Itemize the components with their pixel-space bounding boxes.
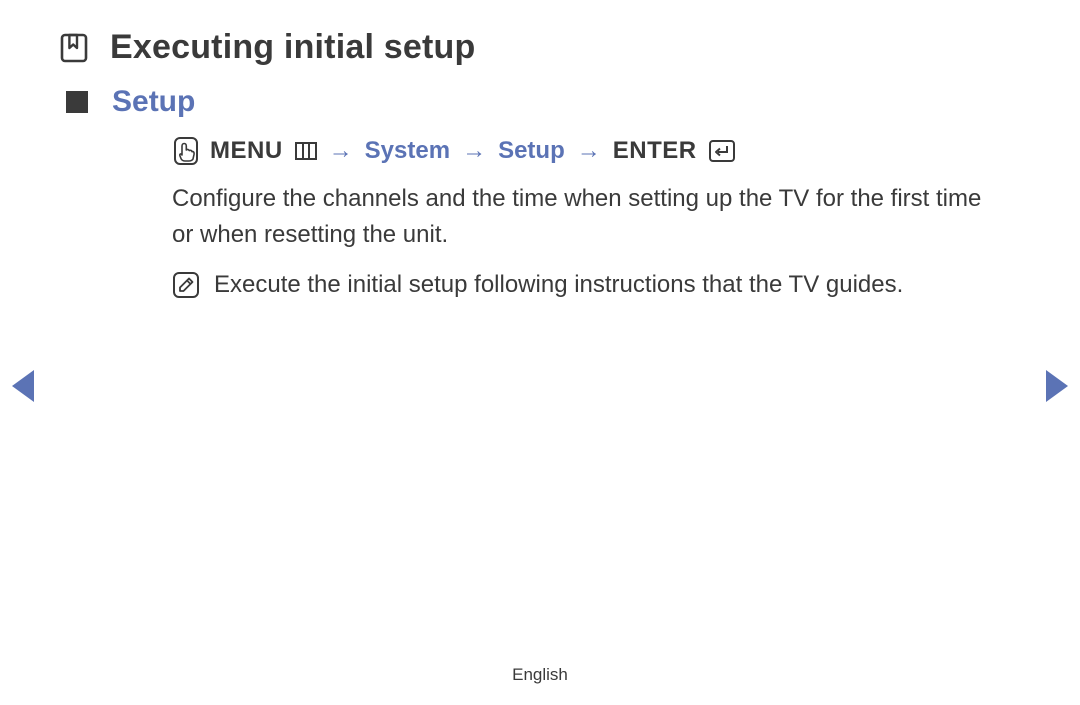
- title-row: Executing initial setup: [60, 28, 1020, 67]
- path-item-system: System: [365, 137, 450, 165]
- section-heading: Setup: [112, 85, 195, 119]
- footer-language: English: [0, 665, 1080, 685]
- enter-label: ENTER: [613, 137, 697, 165]
- menu-path: MENU → System → Setup → ENTER: [172, 135, 1020, 167]
- enter-return-icon: [709, 140, 735, 162]
- path-item-setup: Setup: [498, 137, 565, 165]
- body-paragraph: Configure the channels and the time when…: [172, 181, 1000, 253]
- bookmark-icon: [60, 33, 88, 63]
- note-text: Execute the initial setup following inst…: [214, 267, 903, 303]
- section-row: Setup: [66, 85, 1020, 119]
- note-pencil-icon: [172, 271, 200, 299]
- prev-page-arrow[interactable]: [12, 370, 34, 402]
- arrow-sep-3: →: [575, 137, 603, 165]
- menu-label: MENU: [210, 137, 283, 165]
- page-title: Executing initial setup: [110, 28, 475, 67]
- arrow-sep-2: →: [460, 137, 488, 165]
- menu-grid-icon: [295, 142, 317, 160]
- next-page-arrow[interactable]: [1046, 370, 1068, 402]
- arrow-sep-1: →: [327, 137, 355, 165]
- manual-page: Executing initial setup Setup MENU → Sys…: [0, 0, 1080, 705]
- square-bullet-icon: [66, 91, 88, 113]
- hand-remote-icon: [172, 135, 200, 167]
- note-row: Execute the initial setup following inst…: [172, 267, 1000, 303]
